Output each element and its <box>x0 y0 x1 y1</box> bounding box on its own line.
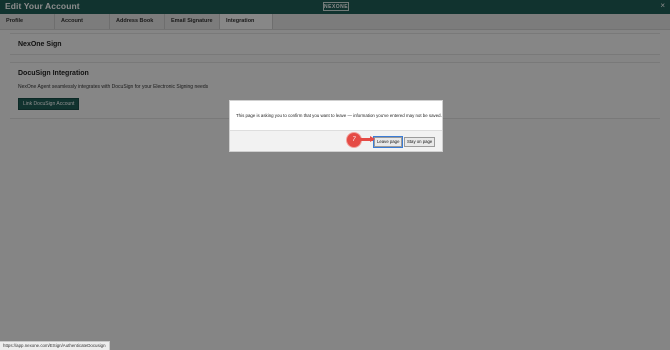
dialog-footer: Leave page Stay on page <box>230 130 442 151</box>
leave-page-dialog: This page is asking you to confirm that … <box>229 100 443 152</box>
leave-page-button[interactable]: Leave page <box>372 136 404 148</box>
dialog-message: This page is asking you to confirm that … <box>236 113 442 118</box>
stay-on-page-button[interactable]: Stay on page <box>404 137 436 147</box>
modal-overlay <box>0 0 670 350</box>
status-bar-url: https://app.nexone.com/ESign/Authenticat… <box>0 341 110 350</box>
arrow-head-icon <box>370 136 375 142</box>
